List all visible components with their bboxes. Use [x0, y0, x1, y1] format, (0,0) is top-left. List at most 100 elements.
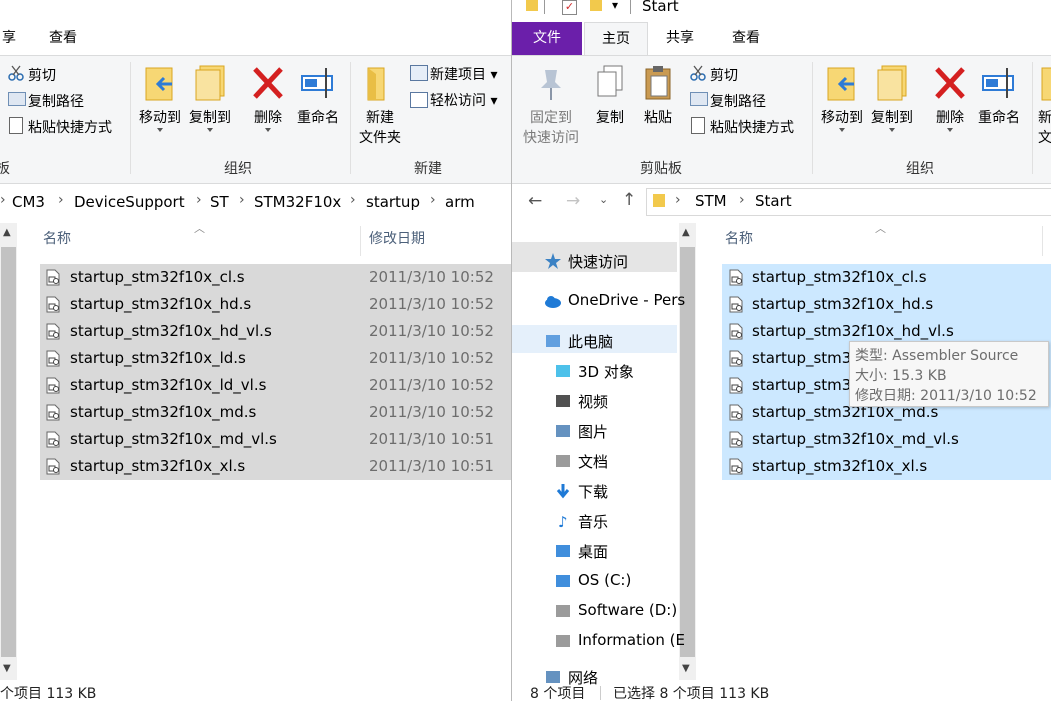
file-row[interactable]: startup_stm32f10x_md_vl.s	[722, 426, 1051, 453]
delete-button[interactable]: 删除	[248, 64, 288, 132]
file-row[interactable]: startup_stm32f10x_ld_vl.s 2011/3/10 10:52	[40, 372, 511, 399]
breadcrumb-item[interactable]: STM32F10x	[254, 193, 341, 211]
folder-icon	[1041, 67, 1051, 101]
back-arrow-icon[interactable]: ←	[528, 191, 542, 211]
delete-button[interactable]: 删除	[930, 64, 970, 132]
rename-label: 重命名	[297, 110, 339, 126]
file-row[interactable]: startup_stm32f10x_md_vl.s 2011/3/10 10:51	[40, 426, 511, 453]
chevron-down-icon	[947, 128, 953, 132]
copy-path-button[interactable]: 复制路径	[28, 91, 84, 111]
file-row[interactable]: startup_stm32f10x_xl.s	[722, 453, 1051, 480]
column-header-date[interactable]: 修改日期	[369, 228, 425, 248]
nav-item-label[interactable]: 音乐	[578, 511, 608, 532]
nav-item-label[interactable]: 快速访问	[568, 251, 628, 272]
properties-icon[interactable]: ✓	[562, 0, 577, 15]
new-folder-button[interactable]: 新 文	[1038, 64, 1051, 148]
nav-scrollbar[interactable]: ▲ ▼	[0, 223, 17, 680]
file-date: 2011/3/10 10:52	[369, 403, 494, 421]
file-row[interactable]: startup_stm32f10x_ld.s 2011/3/10 10:52	[40, 345, 511, 372]
tab-share[interactable]: 享	[0, 22, 18, 55]
file-row[interactable]: startup_stm32f10x_cl.s 2011/3/10 10:52	[40, 264, 511, 291]
cut-button[interactable]: 剪切	[710, 65, 738, 85]
copy-to-button[interactable]: 复制到	[868, 64, 916, 132]
breadcrumb-item[interactable]: DeviceSupport	[74, 193, 185, 211]
file-name: startup_stm32f10x_ld_vl.s	[70, 376, 267, 394]
nav-item-label[interactable]: Information (E	[578, 631, 685, 649]
rename-button[interactable]: 重命名	[974, 64, 1024, 128]
tab-view[interactable]: 查看	[38, 22, 88, 55]
address-bar[interactable]: › CM3 › DeviceSupport › ST › STM32F10x ›…	[0, 185, 511, 217]
file-row[interactable]: startup_stm32f10x_hd_vl.s 2011/3/10 10:52	[40, 318, 511, 345]
group-label-new: 新建	[414, 161, 442, 177]
customize-quick-access-icon[interactable]: ▾	[612, 0, 618, 12]
nav-item-label[interactable]: 下载	[578, 481, 608, 502]
paste-label: 粘贴	[644, 110, 672, 126]
file-name: startup_stm32f10x_cl.s	[752, 268, 927, 286]
scroll-up-icon[interactable]: ▲	[3, 227, 11, 238]
scroll-thumb[interactable]	[1, 247, 16, 657]
move-to-button[interactable]: 移动到	[818, 64, 866, 132]
nav-item-label[interactable]: 网络	[568, 667, 598, 688]
forward-arrow-icon[interactable]: →	[566, 191, 580, 211]
copy-button[interactable]: 复制	[588, 64, 632, 128]
paste-shortcut-button[interactable]: 粘贴快捷方式	[710, 117, 794, 137]
breadcrumb-item[interactable]: STM	[695, 192, 727, 210]
tab-file[interactable]: 文件	[512, 22, 582, 55]
breadcrumb-item[interactable]: arm	[445, 193, 475, 211]
new-folder-quick-icon[interactable]	[590, 0, 602, 11]
assembler-file-icon	[728, 323, 744, 340]
breadcrumb-item[interactable]: Start	[755, 192, 792, 210]
nav-item-label[interactable]: 图片	[578, 421, 608, 442]
assembler-file-icon	[728, 431, 744, 448]
up-arrow-icon[interactable]: ↑	[622, 190, 636, 210]
file-name: startup_stm32f10x_md_vl.s	[752, 430, 959, 448]
rename-icon	[301, 68, 333, 98]
file-row[interactable]: startup_stm32f10x_xl.s 2011/3/10 10:51	[40, 453, 511, 480]
move-to-button[interactable]: 移动到	[136, 64, 184, 132]
breadcrumb-item[interactable]: startup	[366, 193, 420, 211]
nav-item-label[interactable]: 3D 对象	[578, 361, 634, 382]
tab-view[interactable]: 查看	[716, 22, 776, 55]
rename-icon	[982, 68, 1014, 98]
nav-item-label[interactable]: OS (C:)	[578, 571, 631, 589]
tooltip-size: 大小: 15.3 KB	[855, 368, 947, 384]
nav-item-label[interactable]: OneDrive - Pers	[568, 291, 685, 309]
scroll-up-icon[interactable]: ▲	[682, 227, 690, 238]
ribbon-tab-row: 享 查看	[0, 22, 511, 55]
file-row[interactable]: startup_stm32f10x_hd.s 2011/3/10 10:52	[40, 291, 511, 318]
breadcrumb-item[interactable]: ST	[210, 193, 229, 211]
cut-button[interactable]: 剪切	[28, 65, 56, 85]
file-date: 2011/3/10 10:52	[369, 349, 494, 367]
easy-access-button[interactable]: 轻松访问 ▾	[430, 90, 497, 110]
scroll-down-icon[interactable]: ▼	[682, 663, 690, 674]
pin-to-quick-access-button[interactable]: 固定到 快速访问	[518, 64, 584, 148]
paste-button[interactable]: 粘贴	[636, 64, 680, 128]
column-header-name[interactable]: 名称	[725, 228, 753, 248]
breadcrumb-item[interactable]: CM3	[12, 193, 45, 211]
column-header-name[interactable]: 名称	[43, 228, 71, 248]
sort-ascending-icon: ︿	[875, 222, 886, 235]
file-row[interactable]: startup_stm32f10x_md.s 2011/3/10 10:52	[40, 399, 511, 426]
file-row[interactable]: startup_stm32f10x_cl.s	[722, 264, 1051, 291]
copy-path-button[interactable]: 复制路径	[710, 91, 766, 111]
nav-item-label[interactable]: 文档	[578, 451, 608, 472]
tab-share[interactable]: 共享	[652, 22, 708, 55]
rename-button[interactable]: 重命名	[293, 64, 343, 128]
address-box[interactable]: › STM › Start	[646, 188, 1051, 216]
scroll-down-icon[interactable]: ▼	[3, 663, 11, 674]
tab-home[interactable]: 主页	[584, 22, 648, 56]
chevron-down-icon	[265, 128, 271, 132]
paste-shortcut-button[interactable]: 粘贴快捷方式	[28, 117, 112, 137]
file-row[interactable]: startup_stm32f10x_hd.s	[722, 291, 1051, 318]
nav-item-label[interactable]: 视频	[578, 391, 608, 412]
copy-to-button[interactable]: 复制到	[186, 64, 234, 132]
chevron-right-icon: ›	[430, 192, 436, 208]
nav-item-label[interactable]: 桌面	[578, 541, 608, 562]
recent-locations-icon[interactable]: ⌄	[599, 193, 608, 206]
nav-item-label[interactable]: 此电脑	[568, 331, 613, 352]
nav-item-label[interactable]: Software (D:)	[578, 601, 677, 619]
new-item-button[interactable]: 新建项目 ▾	[430, 64, 497, 84]
computer-icon	[544, 332, 562, 350]
column-divider	[1042, 226, 1043, 256]
new-folder-button[interactable]: 新建 文件夹	[358, 64, 402, 148]
